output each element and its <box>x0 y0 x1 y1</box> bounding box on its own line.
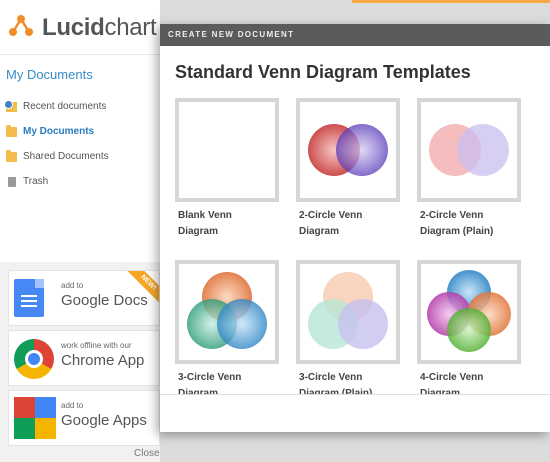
google-apps-icon <box>14 397 56 439</box>
promo-big-text: Google Docs <box>61 292 148 309</box>
template-label: Blank Venn Diagram <box>178 208 279 240</box>
modal-footer <box>160 394 550 432</box>
template-thumbnail <box>296 260 400 364</box>
template-thumbnail <box>296 98 400 202</box>
template-thumbnail <box>175 260 279 364</box>
app-window: Lucidchart My Documents Recent documents… <box>0 0 550 462</box>
venn-3-circle-preview <box>187 272 267 349</box>
template-card-2-circle-venn-plain[interactable]: 2-Circle Venn Diagram (Plain) <box>417 98 521 240</box>
recent-documents-icon <box>4 99 17 112</box>
template-label-line1: 4-Circle Venn <box>420 372 484 383</box>
template-label: 2-Circle Venn Diagram (Plain) <box>420 208 521 240</box>
logo-text: Lucidchart <box>42 14 157 42</box>
template-label: 2-Circle Venn Diagram <box>299 208 400 240</box>
promo-small-text: work offline with our <box>61 341 132 350</box>
template-grid: Blank Venn Diagram 2-Circle Venn Diagram… <box>160 24 550 432</box>
template-card-4-circle-venn[interactable]: 4-Circle Venn Diagram <box>417 260 521 402</box>
sidebar-item-label: Shared Documents <box>23 151 109 162</box>
logo-bar: Lucidchart <box>0 0 160 55</box>
venn-2-circle-preview <box>308 124 388 176</box>
template-label-line2: Diagram <box>178 226 219 237</box>
template-card-3-circle-venn[interactable]: 3-Circle Venn Diagram <box>175 260 279 402</box>
promo-small-text: add to <box>61 281 84 290</box>
sidebar-item-label: Trash <box>23 176 49 187</box>
promo-big-text: Chrome App <box>61 352 145 369</box>
google-docs-icon <box>14 279 44 317</box>
template-label-line1: 3-Circle Venn <box>299 372 363 383</box>
sidebar-item-label: Recent documents <box>23 101 107 112</box>
venn-2-circle-plain-preview <box>429 124 509 176</box>
template-label-line1: 2-Circle Venn <box>299 210 363 221</box>
logo-text-rest: chart <box>104 14 157 41</box>
promo-area: add to Google Docs NEW! work offline wit… <box>0 262 160 462</box>
create-document-modal: CREATE NEW DOCUMENT Standard Venn Diagra… <box>160 24 550 432</box>
venn-4-circle-preview <box>427 270 511 352</box>
lucidchart-logo-icon <box>9 15 33 36</box>
sidebar-item-label: My Documents <box>23 126 95 137</box>
template-label-line2: Diagram <box>299 226 340 237</box>
sidebar: Lucidchart My Documents Recent documents… <box>0 0 160 462</box>
template-card-3-circle-venn-plain[interactable]: 3-Circle Venn Diagram (Plain) <box>296 260 400 402</box>
sidebar-nav: Recent documents My Documents Shared Doc… <box>4 94 156 194</box>
logo-text-bold: Lucid <box>42 14 105 41</box>
template-card-blank-venn[interactable]: Blank Venn Diagram <box>175 98 279 240</box>
venn-3-circle-plain-preview <box>308 272 388 349</box>
google-apps-promo[interactable]: add to Google Apps <box>8 390 160 446</box>
promo-big-text: Google Apps <box>61 412 147 429</box>
chrome-app-promo[interactable]: work offline with our Chrome App <box>8 330 160 386</box>
google-docs-promo[interactable]: add to Google Docs NEW! <box>8 270 160 326</box>
top-accent-bar <box>352 0 550 3</box>
folder-icon <box>6 124 17 137</box>
template-thumbnail <box>417 260 521 364</box>
folder-icon <box>6 149 17 162</box>
sidebar-item-trash[interactable]: Trash <box>6 169 156 194</box>
promo-small-text: add to <box>61 401 84 410</box>
template-label-line1: 2-Circle Venn <box>420 210 484 221</box>
template-label-line2: Diagram (Plain) <box>420 226 494 237</box>
template-thumbnail <box>175 98 279 202</box>
sidebar-item-my-documents[interactable]: My Documents <box>6 119 156 144</box>
sidebar-item-recent-documents[interactable]: Recent documents <box>4 94 156 119</box>
template-card-2-circle-venn[interactable]: 2-Circle Venn Diagram <box>296 98 400 240</box>
template-label-line1: Blank Venn <box>178 210 232 221</box>
template-thumbnail <box>417 98 521 202</box>
trash-icon <box>8 176 16 187</box>
sidebar-item-shared-documents[interactable]: Shared Documents <box>6 144 156 169</box>
close-link[interactable]: Close <box>134 448 160 459</box>
chrome-icon <box>14 339 54 379</box>
template-label-line1: 3-Circle Venn <box>178 372 242 383</box>
sidebar-title: My Documents <box>6 67 93 82</box>
